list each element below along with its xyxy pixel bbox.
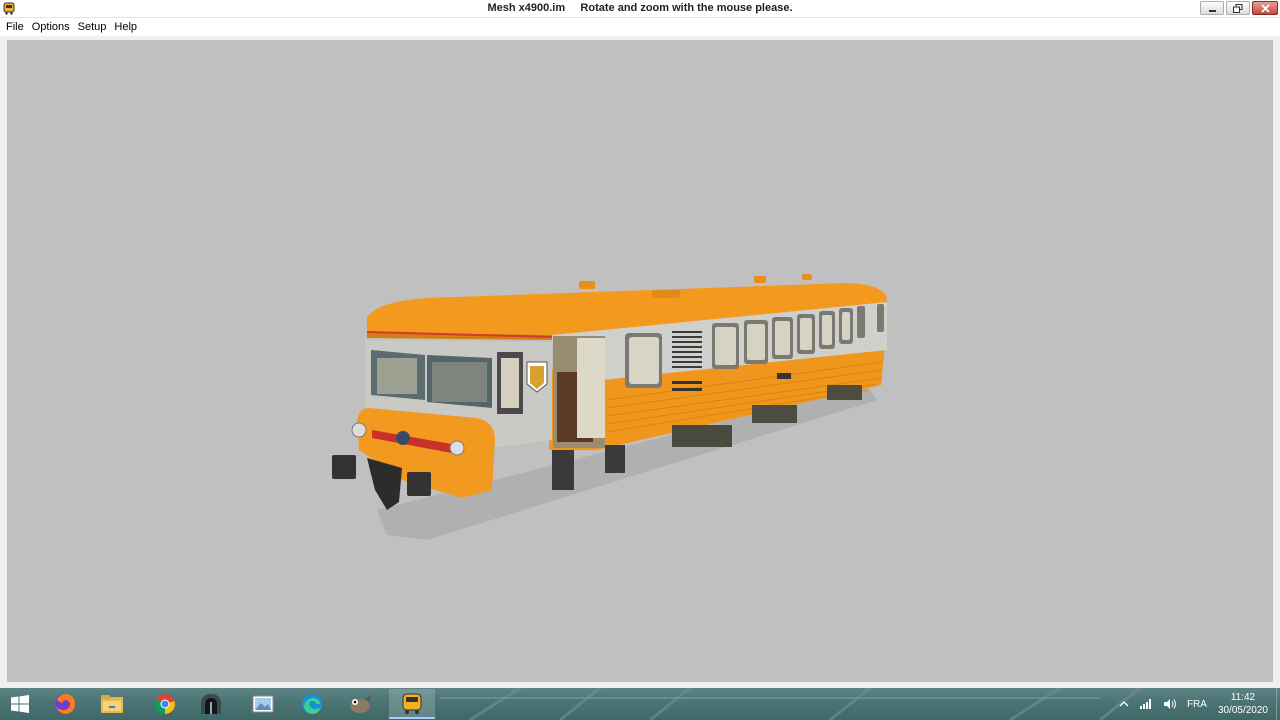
- train-model: [332, 274, 888, 540]
- restore-icon: [1233, 3, 1243, 13]
- chrome-icon: [154, 694, 175, 715]
- taskbar-edge[interactable]: [289, 689, 335, 719]
- minimize-icon: [1208, 9, 1216, 12]
- restore-button[interactable]: [1226, 1, 1250, 15]
- title-bar[interactable]: Mesh x4900.im Rotate and zoom with the m…: [0, 0, 1280, 18]
- file-explorer-icon: [101, 695, 123, 713]
- show-desktop-button[interactable]: [1276, 688, 1280, 720]
- taskbar-train-app[interactable]: [389, 689, 435, 719]
- menu-bar: File Options Setup Help: [0, 18, 1280, 36]
- menu-help[interactable]: Help: [110, 18, 141, 36]
- tray-volume[interactable]: [1163, 698, 1177, 710]
- taskbar: FRA 11:42 30/05/2020: [0, 688, 1280, 720]
- menu-file[interactable]: File: [2, 18, 28, 36]
- firefox-icon: [55, 694, 75, 714]
- tray-clock[interactable]: 11:42 30/05/2020: [1218, 691, 1268, 717]
- window-title: Mesh x4900.im Rotate and zoom with the m…: [487, 2, 793, 14]
- taskbar-tunnel-app[interactable]: [188, 689, 234, 719]
- tray-language[interactable]: FRA: [1187, 699, 1207, 710]
- taskbar-photo-viewer[interactable]: [240, 689, 286, 719]
- tray-network[interactable]: [1139, 698, 1153, 710]
- speaker-icon: [1163, 699, 1176, 709]
- menu-setup[interactable]: Setup: [74, 18, 111, 36]
- taskbar-file-explorer[interactable]: [89, 689, 135, 719]
- windows-start-icon: [11, 695, 29, 713]
- close-icon: [1260, 3, 1270, 13]
- system-tray: FRA 11:42 30/05/2020: [1114, 688, 1280, 720]
- taskbar-firefox[interactable]: [42, 689, 88, 719]
- 3d-viewport[interactable]: [7, 40, 1273, 682]
- menu-options[interactable]: Options: [28, 18, 74, 36]
- edge-icon: [302, 694, 322, 714]
- start-button[interactable]: [0, 688, 40, 720]
- train-app-icon: [402, 693, 422, 714]
- viewport-frame: [0, 36, 1280, 688]
- taskbar-gimp[interactable]: [337, 689, 383, 719]
- close-button[interactable]: [1252, 1, 1278, 15]
- minimize-button[interactable]: [1200, 1, 1224, 15]
- photo-viewer-icon: [252, 695, 274, 713]
- clock-time: 11:42: [1230, 692, 1256, 703]
- gimp-icon: [350, 695, 371, 713]
- chevron-up-icon: [1119, 701, 1129, 707]
- network-icon: [1139, 699, 1151, 709]
- tray-chevron[interactable]: [1119, 700, 1129, 708]
- taskbar-chrome[interactable]: [142, 689, 188, 719]
- clock-date: 30/05/2020: [1217, 705, 1268, 716]
- tunnel-app-icon: [201, 694, 221, 714]
